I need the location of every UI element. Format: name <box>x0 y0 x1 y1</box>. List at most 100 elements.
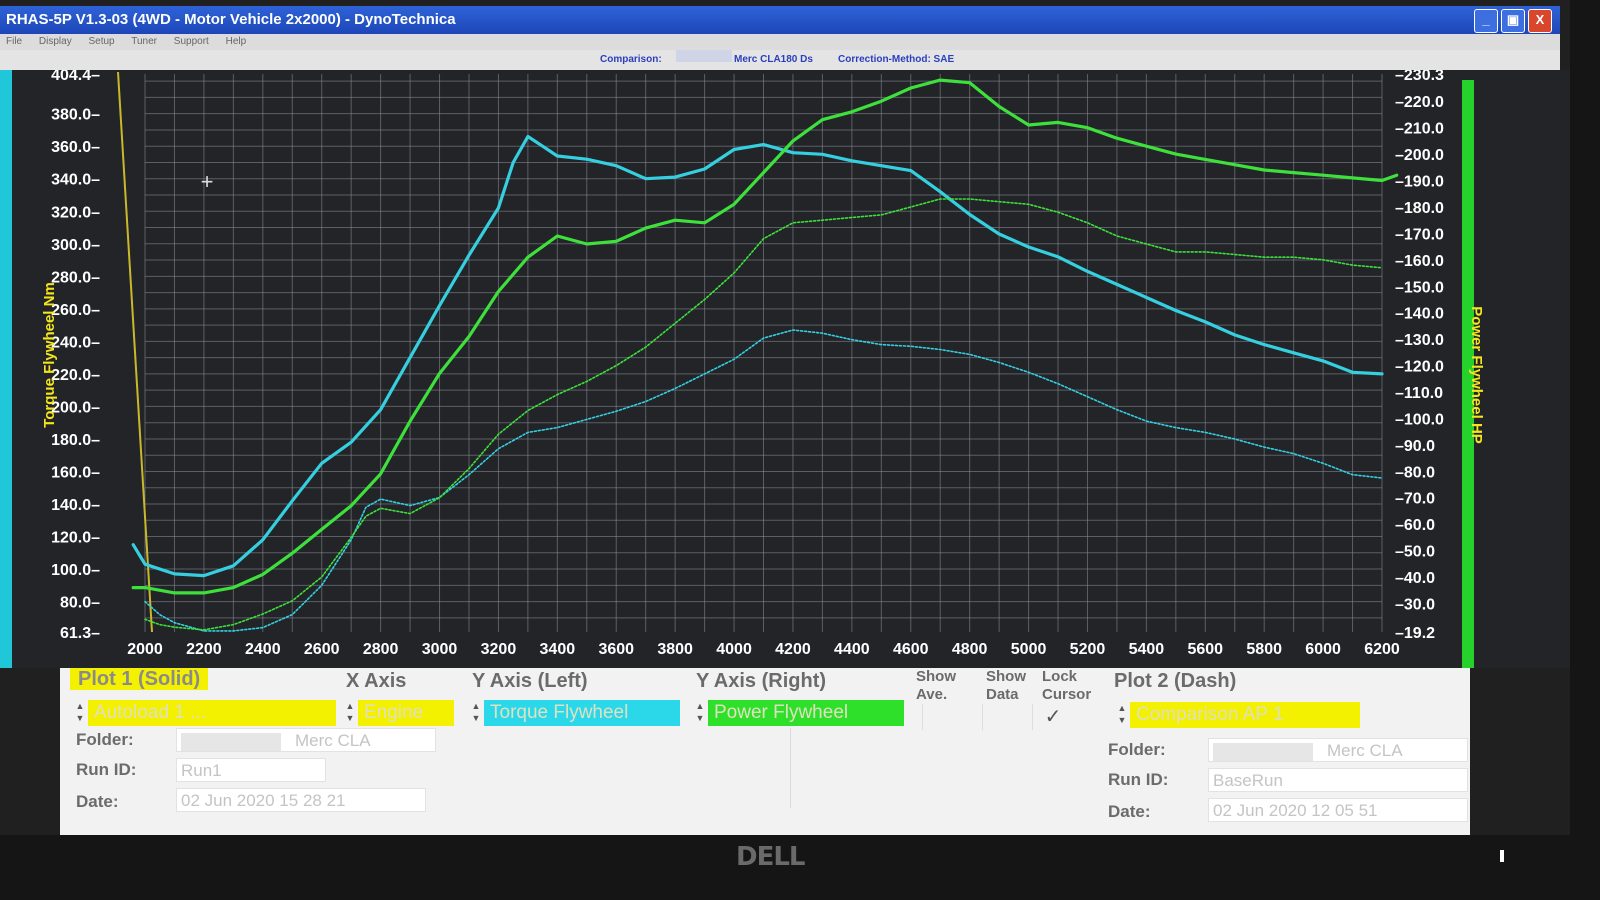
y-left-tick-label: 320.0– <box>51 204 100 221</box>
y-left-tick-label: 220.0– <box>51 367 100 384</box>
plot2-runid-field: BaseRun <box>1208 768 1468 792</box>
plot2-folder-value: Merc CLA <box>1327 741 1403 760</box>
menu-bar: File Display Setup Tuner Support Help <box>0 34 1560 50</box>
comparison-label: Comparison: <box>600 54 662 65</box>
y-left-tick-label: 80.0– <box>60 595 100 612</box>
x-tick-label: 4600 <box>893 641 929 658</box>
minimize-button[interactable]: _ <box>1474 9 1498 33</box>
panel-divider <box>790 728 791 808</box>
y-right-tick-label: –90.0 <box>1395 438 1435 455</box>
x-tick-label: 2800 <box>363 641 399 658</box>
plot1-title: Plot 1 (Solid) <box>70 668 209 691</box>
y-left-tick-label: 140.0– <box>51 497 100 514</box>
maximize-button[interactable]: ▣ <box>1501 9 1525 33</box>
y-right-tick-label: –170.0 <box>1395 226 1444 243</box>
monitor: RHAS-5P V1.3-03 (4WD - Motor Vehicle 2x2… <box>0 0 1600 900</box>
plot1-date-label: Date: <box>76 792 119 811</box>
x-tick-label: 2600 <box>304 641 340 658</box>
plot1-run-select[interactable]: Autoload 1 ... <box>88 700 336 726</box>
x-tick-label: 2400 <box>245 641 281 658</box>
y-right-tick-label: –210.0 <box>1395 121 1444 138</box>
x-axis-select[interactable]: Engine <box>358 700 454 726</box>
x-tick-label: 3400 <box>540 641 576 658</box>
x-axis-spinner[interactable]: ▲ ▼ <box>344 700 356 726</box>
x-tick-label: 4200 <box>775 641 811 658</box>
y-right-tick-label: –40.0 <box>1395 570 1435 587</box>
y-left-tick-label: 300.0– <box>51 237 100 254</box>
plot1-folder-value: Merc CLA <box>295 731 371 750</box>
menu-tuner[interactable]: Tuner <box>131 36 157 47</box>
x-tick-label: 6200 <box>1364 641 1400 658</box>
y-left-tick-label: 404.4– <box>51 70 100 84</box>
plot1-runid-field: Run1 <box>176 758 326 782</box>
control-panel: Plot 1 (Solid) X Axis Y Axis (Left) Y Ax… <box>60 668 1470 835</box>
title-bar: RHAS-5P V1.3-03 (4WD - Motor Vehicle 2x2… <box>0 6 1560 34</box>
plot-background <box>0 70 1570 668</box>
x-tick-label: 3200 <box>481 641 517 658</box>
x-tick-label: 5600 <box>1187 641 1223 658</box>
y-right-title: Y Axis (Right) <box>696 670 827 692</box>
lock-cursor-checkbox[interactable]: ✓ <box>1032 704 1073 730</box>
y-right-tick-label: –180.0 <box>1395 200 1444 217</box>
dyno-chart: +404.4– 380.0– 360.0– 340.0– 320.0– 300.0– 280… <box>0 70 1570 668</box>
y-right-tick-label: –50.0 <box>1395 544 1435 561</box>
x-tick-label: 3600 <box>598 641 634 658</box>
y-right-tick-label: –230.3 <box>1395 70 1444 84</box>
x-tick-label: 5800 <box>1246 641 1282 658</box>
x-tick-label: 3800 <box>657 641 693 658</box>
x-tick-label: 3000 <box>422 641 458 658</box>
show-data-checkbox[interactable] <box>982 704 1023 730</box>
lock-cursor-title: Lock Cursor <box>1042 668 1092 703</box>
screen: RHAS-5P V1.3-03 (4WD - Motor Vehicle 2x2… <box>0 0 1570 835</box>
vehicle-name: Merc CLA180 Ds <box>734 54 813 65</box>
x-tick-label: 2000 <box>127 641 163 658</box>
menu-display[interactable]: Display <box>39 36 72 47</box>
y-left-tick-label: 100.0– <box>51 562 100 579</box>
plot2-run-spinner[interactable]: ▲ ▼ <box>1116 702 1128 728</box>
y-right-tick-label: –30.0 <box>1395 596 1435 613</box>
y-left-tick-label: 280.0– <box>51 269 100 286</box>
plot2-date-field: 02 Jun 2020 12 05 51 <box>1208 798 1468 822</box>
monitor-brand-logo: DELL <box>736 842 805 872</box>
y-left-axis-title: Torque Flywheel Nm <box>41 282 58 428</box>
y-left-tick-label: 180.0– <box>51 432 100 449</box>
y-right-tick-label: –120.0 <box>1395 359 1444 376</box>
y-right-tick-label: –160.0 <box>1395 253 1444 270</box>
x-tick-label: 2200 <box>186 641 222 658</box>
plot2-folder-label: Folder: <box>1108 740 1166 759</box>
y-right-tick-label: –130.0 <box>1395 332 1444 349</box>
plot1-folder-field: Merc CLA <box>176 728 436 752</box>
y-right-axis-title: Power Flywheel HP <box>1468 306 1485 444</box>
y-right-spinner[interactable]: ▲ ▼ <box>694 700 706 726</box>
show-ave-checkbox[interactable] <box>922 704 963 730</box>
y-left-spinner[interactable]: ▲ ▼ <box>470 700 482 726</box>
y-left-tick-label: 380.0– <box>51 107 100 124</box>
menu-setup[interactable]: Setup <box>88 36 114 47</box>
plot1-date-field: 02 Jun 2020 15 28 21 <box>176 788 426 812</box>
y-left-tick-label: 260.0– <box>51 302 100 319</box>
close-button[interactable]: X <box>1528 9 1552 33</box>
show-data-title: Show Data <box>986 668 1026 703</box>
plot1-folder-label: Folder: <box>76 730 134 749</box>
window-controls: _ ▣ X <box>1474 9 1552 33</box>
x-tick-label: 5000 <box>1011 641 1047 658</box>
y-right-tick-label: –60.0 <box>1395 517 1435 534</box>
menu-help[interactable]: Help <box>226 36 247 47</box>
menu-support[interactable]: Support <box>174 36 209 47</box>
y-left-tick-label: 360.0– <box>51 139 100 156</box>
plot2-runid-label: Run ID: <box>1108 770 1169 789</box>
y-right-select[interactable]: Power Flywheel <box>708 700 904 726</box>
x-tick-label: 5400 <box>1129 641 1165 658</box>
menu-file[interactable]: File <box>6 36 22 47</box>
y-left-tick-label: 61.3– <box>60 625 100 642</box>
left-edge-band <box>0 70 12 668</box>
x-tick-label: 5200 <box>1070 641 1106 658</box>
plot1-run-spinner[interactable]: ▲ ▼ <box>74 700 86 726</box>
y-right-tick-label: –220.0 <box>1395 94 1444 111</box>
plot2-run-select[interactable]: Comparison AP 1 <box>1130 702 1360 728</box>
y-right-tick-label: –19.2 <box>1395 625 1435 642</box>
y-left-tick-label: 340.0– <box>51 172 100 189</box>
window-title: RHAS-5P V1.3-03 (4WD - Motor Vehicle 2x2… <box>6 11 456 28</box>
plot2-folder-field: Merc CLA <box>1208 738 1468 762</box>
y-left-select[interactable]: Torque Flywheel <box>484 700 680 726</box>
